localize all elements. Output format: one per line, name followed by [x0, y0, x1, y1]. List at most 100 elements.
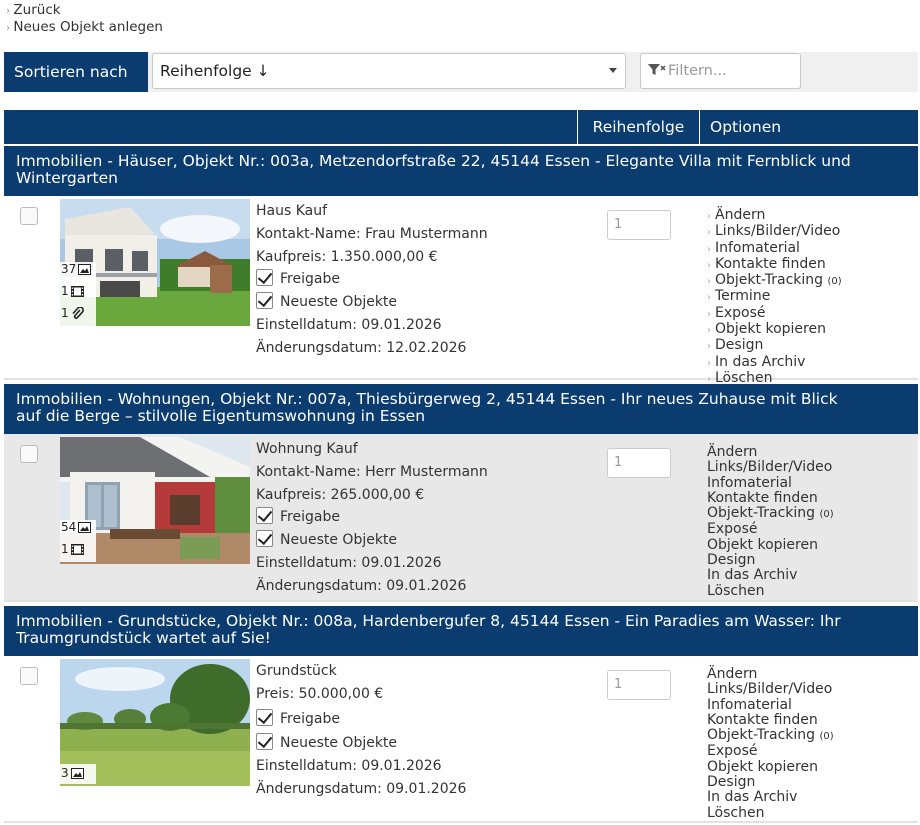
option-contacts[interactable]: Kontakte finden — [707, 490, 834, 506]
modified-date: Änderungsdatum: 12.02.2026 — [256, 339, 467, 356]
newest-label: Neueste Objekte — [280, 735, 398, 752]
tracking-count: (0) — [827, 276, 842, 288]
release-row: Freigabe — [256, 268, 488, 291]
newest-checkbox[interactable] — [256, 733, 273, 751]
release-checkbox[interactable] — [256, 507, 273, 525]
modified-date: Änderungsdatum: 09.01.2026 — [256, 577, 467, 594]
release-checkbox[interactable] — [256, 269, 273, 287]
release-checkbox[interactable] — [256, 708, 273, 726]
option-archive[interactable]: In das Archiv — [707, 790, 834, 805]
chevron-right-icon: › — [6, 4, 11, 17]
option-edit[interactable]: Ändern — [707, 444, 834, 460]
listing-title-line: Immobilien - Wohnungen, Objekt Nr.: 007a… — [16, 390, 838, 408]
option-appointments[interactable]: › Termine — [707, 289, 842, 305]
option-design[interactable]: Design — [707, 552, 834, 568]
newest-checkbox[interactable] — [256, 292, 273, 310]
option-tracking[interactable]: › Objekt-Tracking (0) — [707, 273, 842, 289]
filter-input[interactable]: Filtern... — [640, 53, 801, 89]
option-copy[interactable]: Objekt kopieren — [707, 759, 834, 775]
option-edit[interactable]: › Ändern — [707, 207, 842, 224]
photo-counts: 54 1 — [60, 520, 96, 562]
image-count: 37 — [61, 262, 92, 276]
option-links[interactable]: Links/Bilder/Video — [707, 460, 834, 475]
created-date: Einstelldatum: 09.01.2026 — [256, 554, 442, 571]
option-info[interactable]: Infomaterial — [707, 475, 834, 491]
listing-title-line: Immobilien - Grundstücke, Objekt Nr.: 00… — [16, 612, 841, 630]
listing-price: Preis: 50.000,00 € — [256, 685, 384, 702]
options-list: Ändern Links/Bilder/Video Infomaterial K… — [707, 444, 834, 599]
table-header: Reihenfolge Optionen — [4, 110, 918, 144]
listing-info: Grundstück Preis: 50.000,00 € Freigabe N… — [256, 660, 466, 801]
option-links[interactable]: Links/Bilder/Video — [707, 682, 834, 697]
film-icon — [70, 544, 84, 555]
back-link[interactable]: › Zurück — [6, 2, 163, 19]
listing-contact: Kontakt-Name: Herr Mustermann — [256, 463, 488, 480]
option-design[interactable]: › Design — [707, 338, 842, 354]
listing-type: Wohnung Kauf — [256, 441, 358, 457]
sort-label: Sortieren nach — [4, 52, 148, 92]
option-expose[interactable]: Exposé — [707, 522, 834, 537]
newest-row: Neueste Objekte — [256, 732, 466, 755]
select-checkbox[interactable] — [20, 445, 38, 463]
image-count-value: 37 — [61, 262, 77, 276]
image-icon — [78, 522, 92, 533]
option-copy[interactable]: › Objekt kopieren — [707, 321, 842, 338]
photo-counts: 37 1 1 — [60, 262, 96, 326]
option-archive[interactable]: › In das Archiv — [707, 354, 842, 371]
option-delete[interactable]: Löschen — [707, 583, 834, 599]
image-count-value: 3 — [61, 766, 69, 780]
new-object-link[interactable]: › Neues Objekt anlegen — [6, 19, 163, 36]
order-input[interactable]: 1 — [607, 210, 671, 240]
option-edit[interactable]: Ändern — [707, 666, 834, 682]
listing-title[interactable]: Immobilien - Grundstücke, Objekt Nr.: 00… — [4, 606, 918, 656]
newest-label: Neueste Objekte — [280, 294, 398, 311]
created-date: Einstelldatum: 09.01.2026 — [256, 316, 442, 333]
option-contacts[interactable]: Kontakte finden — [707, 712, 834, 728]
image-count-value: 54 — [61, 520, 77, 534]
film-icon — [70, 286, 84, 297]
new-object-label: Neues Objekt anlegen — [13, 19, 163, 35]
attachment-count: 1 — [61, 306, 84, 320]
video-count: 1 — [61, 542, 84, 556]
option-tracking[interactable]: Objekt-Tracking (0) — [707, 728, 834, 744]
listing-body: 37 1 1 Haus Kauf Kontakt-Name: Frau Must… — [4, 196, 918, 386]
option-archive[interactable]: In das Archiv — [707, 568, 834, 583]
created-date: Einstelldatum: 09.01.2026 — [256, 758, 442, 775]
option-copy[interactable]: Objekt kopieren — [707, 537, 834, 553]
listing-title[interactable]: Immobilien - Häuser, Objekt Nr.: 003a, M… — [4, 146, 918, 196]
video-count-value: 1 — [61, 542, 69, 556]
back-link-label: Zurück — [13, 2, 61, 18]
video-count: 1 — [61, 284, 84, 298]
option-delete[interactable]: Löschen — [707, 805, 834, 821]
option-contacts[interactable]: › Kontakte finden — [707, 256, 842, 273]
sort-selected-value: Reihenfolge ↓ — [160, 62, 270, 80]
order-input[interactable]: 1 — [607, 670, 671, 700]
photo-counts: 3 — [60, 764, 96, 784]
order-input[interactable]: 1 — [607, 448, 671, 478]
option-expose[interactable]: › Exposé — [707, 305, 842, 322]
listing-info: Haus Kauf Kontakt-Name: Frau Mustermann … — [256, 200, 488, 360]
release-label: Freigabe — [280, 271, 340, 288]
listing-type: Grundstück — [256, 663, 337, 679]
select-checkbox[interactable] — [20, 667, 38, 685]
option-design[interactable]: Design — [707, 774, 834, 790]
listing-body: 54 1 Wohnung Kauf Kontakt-Name: Herr Mus… — [4, 434, 918, 602]
sort-select[interactable]: Reihenfolge ↓ — [152, 53, 626, 89]
select-checkbox[interactable] — [20, 207, 38, 225]
option-info[interactable]: Infomaterial — [707, 697, 834, 713]
option-info[interactable]: › Infomaterial — [707, 240, 842, 257]
options-list: Ändern Links/Bilder/Video Infomaterial K… — [707, 666, 834, 821]
filter-icon — [648, 64, 666, 75]
top-navigation: › Zurück › Neues Objekt anlegen — [6, 2, 163, 36]
listing-title[interactable]: Immobilien - Wohnungen, Objekt Nr.: 007a… — [4, 384, 918, 434]
column-header-order[interactable]: Reihenfolge — [577, 110, 699, 144]
option-tracking[interactable]: Objekt-Tracking (0) — [707, 506, 834, 522]
option-links[interactable]: › Links/Bilder/Video — [707, 224, 842, 240]
option-expose[interactable]: Exposé — [707, 744, 834, 759]
attachment-count-value: 1 — [61, 306, 69, 320]
listing-title-line: Wintergarten — [16, 169, 118, 187]
options-list: › Ändern › Links/Bilder/Video › Infomateria… — [707, 207, 842, 387]
listing-title-line: Immobilien - Häuser, Objekt Nr.: 003a, M… — [16, 152, 851, 170]
release-row: Freigabe — [256, 708, 466, 731]
newest-checkbox[interactable] — [256, 530, 273, 548]
